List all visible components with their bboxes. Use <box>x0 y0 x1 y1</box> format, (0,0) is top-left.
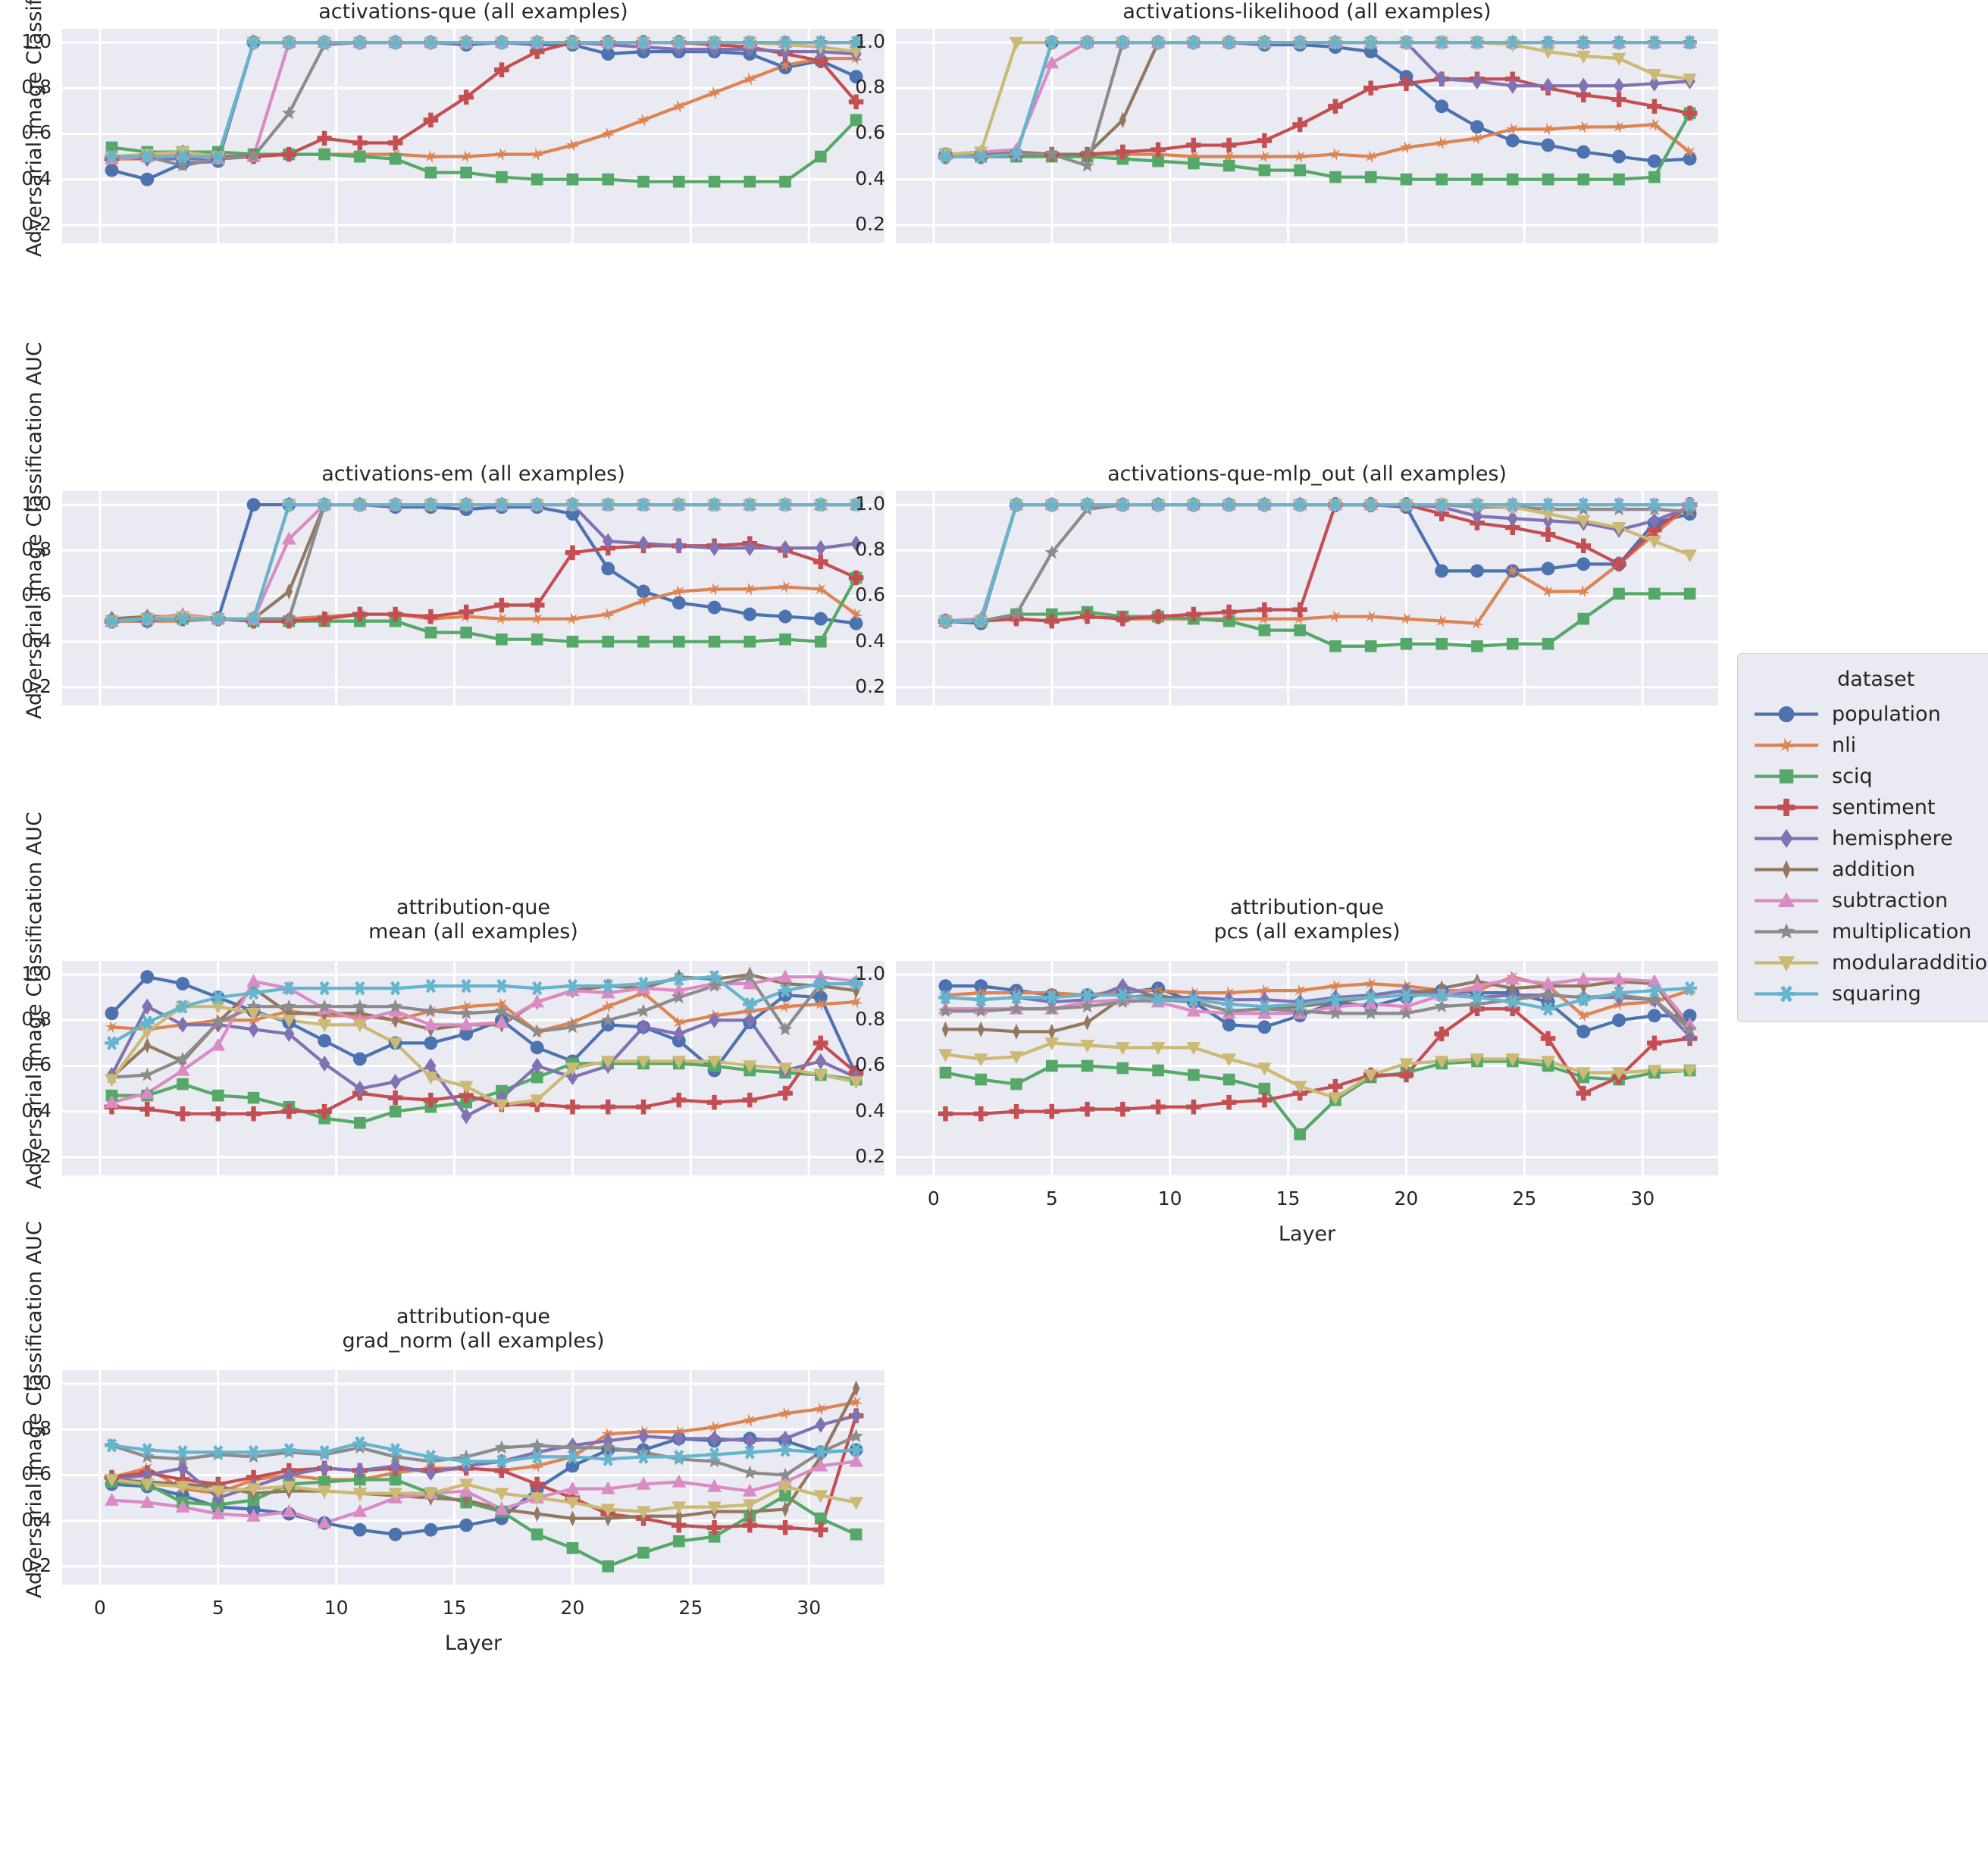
plot-area <box>62 29 884 243</box>
legend-item-squaring[interactable]: squaring <box>1752 978 1988 1009</box>
x-tick-label: 10 <box>324 1597 349 1619</box>
legend-marker-icon <box>1752 823 1821 854</box>
legend-label: nli <box>1832 734 1857 757</box>
legend-marker-icon <box>1752 947 1821 978</box>
y-tick-label: 1.0 <box>855 493 885 515</box>
y-tick-label: 0.8 <box>855 1008 885 1031</box>
legend-marker-icon <box>1752 854 1821 885</box>
x-tick-label: 30 <box>1630 1187 1655 1209</box>
legend-item-hemisphere[interactable]: hemisphere <box>1752 823 1988 854</box>
legend-label: subtraction <box>1832 889 1949 912</box>
plot-area <box>62 1370 884 1585</box>
plot-area <box>896 491 1718 706</box>
plot-area <box>62 491 884 706</box>
legend-item-subtraction[interactable]: subtraction <box>1752 885 1988 916</box>
y-axis-label: Adversarial image Classification AUC <box>23 812 46 1189</box>
subplot-title: attribution-que grad_norm (all examples) <box>342 1305 605 1353</box>
subplot-title: attribution-que pcs (all examples) <box>1213 896 1401 943</box>
plot-area <box>896 29 1718 243</box>
subplot-activations-likelihood: activations-likelihood (all examples) <box>896 0 1718 243</box>
legend-marker-icon <box>1752 978 1821 1009</box>
y-axis-label: Adversarial image Classification AUC <box>23 342 46 719</box>
subplot-activations-em: activations-em (all examples) <box>62 462 884 706</box>
y-axis-label: Adversarial image Classification AUC <box>23 0 46 257</box>
legend-title: dataset <box>1837 668 1915 691</box>
subplot-attribution-que-grad_norm: attribution-que grad_norm (all examples) <box>62 1305 884 1585</box>
x-axis-label: Layer <box>444 1632 502 1655</box>
y-tick-label: 0.6 <box>855 1053 885 1076</box>
legend-item-modularaddition[interactable]: modularaddition <box>1752 947 1988 978</box>
legend-item-multiplication[interactable]: multiplication <box>1752 916 1988 947</box>
x-tick-label: 0 <box>927 1187 940 1209</box>
x-tick-label: 30 <box>797 1597 822 1619</box>
x-tick-label: 0 <box>93 1597 106 1619</box>
legend-label: modularaddition <box>1832 951 1988 975</box>
legend-item-addition[interactable]: addition <box>1752 854 1988 885</box>
x-tick-label: 5 <box>1045 1187 1058 1209</box>
y-tick-label: 1.0 <box>855 962 885 985</box>
y-tick-label: 0.8 <box>855 538 885 561</box>
legend-marker-icon <box>1752 699 1821 730</box>
y-tick-label: 0.4 <box>855 167 885 189</box>
legend-marker-icon <box>1752 885 1821 916</box>
subplot-attribution-que-pcs: attribution-que pcs (all examples) <box>896 896 1718 1175</box>
legend-item-sentiment[interactable]: sentiment <box>1752 792 1988 823</box>
x-tick-label: 15 <box>442 1597 467 1619</box>
legend-marker-icon <box>1752 761 1821 792</box>
x-tick-label: 25 <box>1512 1187 1537 1209</box>
figure-canvas: activations-que (all examples) 0.2 0.4 0.6 0… <box>0 0 1988 1868</box>
subplot-activations-que-mlp_out: activations-que-mlp_out (all examples) <box>896 462 1718 706</box>
x-tick-label: 10 <box>1157 1187 1182 1209</box>
legend-label: addition <box>1832 858 1916 881</box>
legend-marker-icon <box>1752 916 1821 947</box>
y-tick-label: 0.2 <box>855 212 885 235</box>
y-tick-label: 0.2 <box>855 1144 885 1167</box>
subplot-activations-que: activations-que (all examples) <box>62 0 884 243</box>
subplot-title: activations-em (all examples) <box>321 462 625 486</box>
legend-marker-icon <box>1752 792 1821 823</box>
legend-marker-icon <box>1752 730 1821 761</box>
legend-item-nli[interactable]: nli <box>1752 730 1988 761</box>
x-tick-label: 20 <box>1394 1187 1419 1209</box>
legend-label: hemisphere <box>1832 827 1953 850</box>
subplot-title: activations-likelihood (all examples) <box>1122 0 1492 23</box>
plot-area <box>62 961 884 1175</box>
y-axis-label: Adversarial image Classification AUC <box>23 1221 46 1598</box>
subplot-title: activations-que-mlp_out (all examples) <box>1107 462 1507 486</box>
x-tick-label: 5 <box>211 1597 224 1619</box>
legend-label: sentiment <box>1832 796 1936 819</box>
y-tick-label: 1.0 <box>855 30 885 53</box>
y-tick-label: 0.2 <box>855 674 885 697</box>
plot-area <box>896 961 1718 1175</box>
y-tick-label: 0.6 <box>855 121 885 144</box>
subplot-attribution-que-mean: attribution-que mean (all examples) <box>62 896 884 1175</box>
y-tick-label: 0.4 <box>855 629 885 652</box>
x-axis-label: Layer <box>1278 1222 1336 1246</box>
y-tick-label: 0.8 <box>855 76 885 99</box>
subplot-title: activations-que (all examples) <box>318 0 628 23</box>
legend-label: sciq <box>1832 765 1873 788</box>
x-tick-label: 15 <box>1276 1187 1301 1209</box>
legend-label: squaring <box>1832 982 1921 1006</box>
legend-item-population[interactable]: population <box>1752 699 1988 730</box>
y-tick-label: 0.4 <box>855 1099 885 1122</box>
y-tick-label: 0.6 <box>855 584 885 606</box>
legend-item-sciq[interactable]: sciq <box>1752 761 1988 792</box>
legend-label: multiplication <box>1832 920 1972 943</box>
legend-label: population <box>1832 702 1941 726</box>
x-tick-label: 25 <box>678 1597 703 1619</box>
legend: dataset population nli sciq sentiment he… <box>1737 653 1988 1022</box>
x-tick-label: 20 <box>560 1597 585 1619</box>
subplot-title: attribution-que mean (all examples) <box>368 896 578 943</box>
